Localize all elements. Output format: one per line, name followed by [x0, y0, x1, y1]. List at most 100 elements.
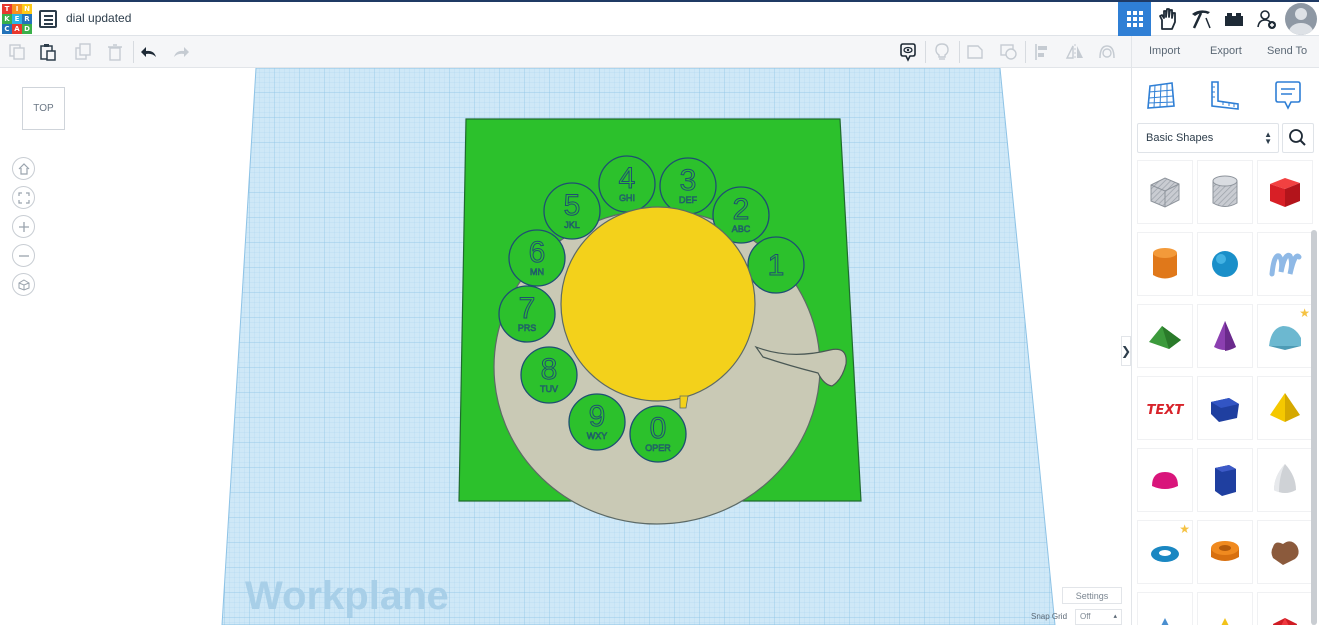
home-icon[interactable]	[12, 157, 35, 180]
dial-center-disc[interactable]	[560, 206, 756, 402]
round-roof-shape[interactable]: ★	[1257, 304, 1313, 368]
pyramid-shape[interactable]	[1257, 376, 1313, 440]
group-icon[interactable]	[1096, 41, 1118, 63]
panel-collapse-handle[interactable]: ❯	[1121, 336, 1131, 366]
logo-letter: A	[12, 24, 22, 34]
shape-grid: ★ TEXT ★	[1137, 160, 1313, 625]
ruler-icon[interactable]	[1207, 78, 1241, 112]
favorite-star-icon: ★	[1179, 522, 1190, 536]
logo-letter: D	[22, 24, 32, 34]
notes-icon[interactable]	[897, 41, 919, 63]
zoom-in-icon[interactable]	[12, 215, 35, 238]
snap-grid-value: Off	[1080, 612, 1091, 621]
add-user-icon[interactable]	[1250, 2, 1283, 36]
file-actions-bar: Import Export Send To	[1131, 36, 1319, 68]
import-button[interactable]: Import	[1145, 43, 1184, 59]
dial-letters: GHI	[619, 193, 635, 203]
star-shape[interactable]	[1137, 592, 1193, 625]
redo-icon[interactable]	[170, 41, 192, 63]
cylinder-hole-shape[interactable]	[1197, 160, 1253, 224]
finger-hole[interactable]: 1	[747, 236, 805, 294]
prism-shape[interactable]	[1197, 448, 1253, 512]
dial-digit: 2	[733, 193, 750, 226]
finger-hole[interactable]: 4GHI	[598, 155, 656, 213]
cylinder-shape[interactable]	[1137, 232, 1193, 296]
send-to-button[interactable]: Send To	[1263, 43, 1311, 59]
finger-hole[interactable]: 5JKL	[543, 182, 601, 240]
paraboloid-shape[interactable]	[1257, 448, 1313, 512]
half-sphere-shape[interactable]	[1137, 448, 1193, 512]
shape-library-select[interactable]: Basic Shapes ▲ ▼	[1137, 123, 1279, 153]
logo-letter: I	[12, 4, 22, 14]
export-button[interactable]: Export	[1206, 43, 1246, 59]
dial-digit: 1	[768, 249, 785, 282]
document-title[interactable]: dial updated	[66, 11, 131, 25]
workplane-grid-icon[interactable]	[1145, 78, 1179, 112]
pickaxe-icon[interactable]	[1184, 2, 1217, 36]
orthographic-icon[interactable]	[12, 273, 35, 296]
logo-letter: N	[22, 4, 32, 14]
text-shape[interactable]: TEXT	[1137, 376, 1193, 440]
select-arrows-icon: ▲ ▼	[1264, 130, 1272, 146]
notes-panel-icon[interactable]	[1271, 78, 1305, 112]
snap-grid-select[interactable]: Off	[1075, 609, 1122, 625]
dial-digit: 4	[619, 162, 636, 195]
shape-outline-icon[interactable]	[964, 41, 986, 63]
scribble-shape[interactable]	[1257, 232, 1313, 296]
finger-hole[interactable]: 7PRS	[498, 285, 556, 343]
design-list-icon[interactable]	[39, 10, 57, 28]
roof-shape[interactable]	[1137, 304, 1193, 368]
polygon-shape[interactable]	[1197, 376, 1253, 440]
undo-icon[interactable]	[138, 41, 160, 63]
fit-view-icon[interactable]	[12, 186, 35, 209]
dial-letters: WXY	[587, 431, 608, 441]
logo-letter: T	[2, 4, 12, 14]
delete-icon[interactable]	[104, 41, 126, 63]
finger-hole[interactable]: 8TUV	[520, 346, 578, 404]
tube-shape[interactable]	[1197, 520, 1253, 584]
dial-digit: 7	[519, 292, 536, 325]
finger-hole[interactable]: 3DEF	[659, 157, 717, 215]
svg-text:TEXT: TEXT	[1147, 403, 1185, 418]
mirror-icon[interactable]	[1064, 41, 1086, 63]
duplicate-icon[interactable]	[72, 41, 94, 63]
icosahedron-shape[interactable]	[1257, 592, 1313, 625]
dial-letters: TUV	[540, 384, 558, 394]
3d-viewport[interactable]: Workplane 1 2 ABC 3 DEF 4 GHI 5 JKL 6 MN 7 PRS 8 TUV 9 W…	[0, 68, 1131, 625]
copy-icon[interactable]	[6, 41, 28, 63]
box-hole-shape[interactable]	[1137, 160, 1193, 224]
dial-digit: 9	[589, 400, 606, 433]
dial-letters: PRS	[518, 323, 537, 333]
view-cube[interactable]: TOP	[22, 87, 65, 130]
shape-library-value: Basic Shapes	[1146, 132, 1214, 144]
workplane-label: Workplane	[245, 574, 449, 618]
star-shape-yellow[interactable]	[1197, 592, 1253, 625]
dial-digit: 6	[529, 236, 546, 269]
torus-shape[interactable]: ★	[1137, 520, 1193, 584]
finger-hole[interactable]: 9WXY	[568, 393, 626, 451]
search-icon[interactable]	[1282, 123, 1314, 153]
shapes-panel: Basic Shapes ▲ ▼ ★ TEXT ★	[1131, 68, 1319, 625]
blocks-hand-icon[interactable]	[1151, 2, 1184, 36]
tinkercad-logo[interactable]: TINKERCAD	[2, 4, 32, 34]
hole-icon[interactable]	[998, 41, 1020, 63]
align-icon[interactable]	[1031, 41, 1053, 63]
3d-design-view-icon[interactable]	[1118, 2, 1151, 36]
dial-digit: 0	[650, 412, 667, 445]
panel-scrollbar[interactable]	[1311, 230, 1317, 625]
brick-icon[interactable]	[1217, 2, 1250, 36]
box-shape[interactable]	[1257, 160, 1313, 224]
finger-hole[interactable]: 6MN	[508, 229, 566, 287]
dial-digit: 5	[564, 189, 581, 222]
paste-icon[interactable]	[37, 41, 59, 63]
heart-shape[interactable]	[1257, 520, 1313, 584]
top-header: TINKERCAD dial updated	[0, 0, 1319, 36]
cone-shape[interactable]	[1197, 304, 1253, 368]
workplane-scene[interactable]: Workplane 12ABC3DEF4GHI5JKL6MN7PRS8TUV9W…	[0, 68, 1131, 625]
zoom-out-icon[interactable]	[12, 244, 35, 267]
sphere-shape[interactable]	[1197, 232, 1253, 296]
user-avatar[interactable]	[1285, 3, 1317, 35]
finger-hole[interactable]: 0OPER	[629, 405, 687, 463]
light-bulb-icon[interactable]	[931, 41, 953, 63]
settings-button[interactable]: Settings	[1062, 587, 1122, 604]
